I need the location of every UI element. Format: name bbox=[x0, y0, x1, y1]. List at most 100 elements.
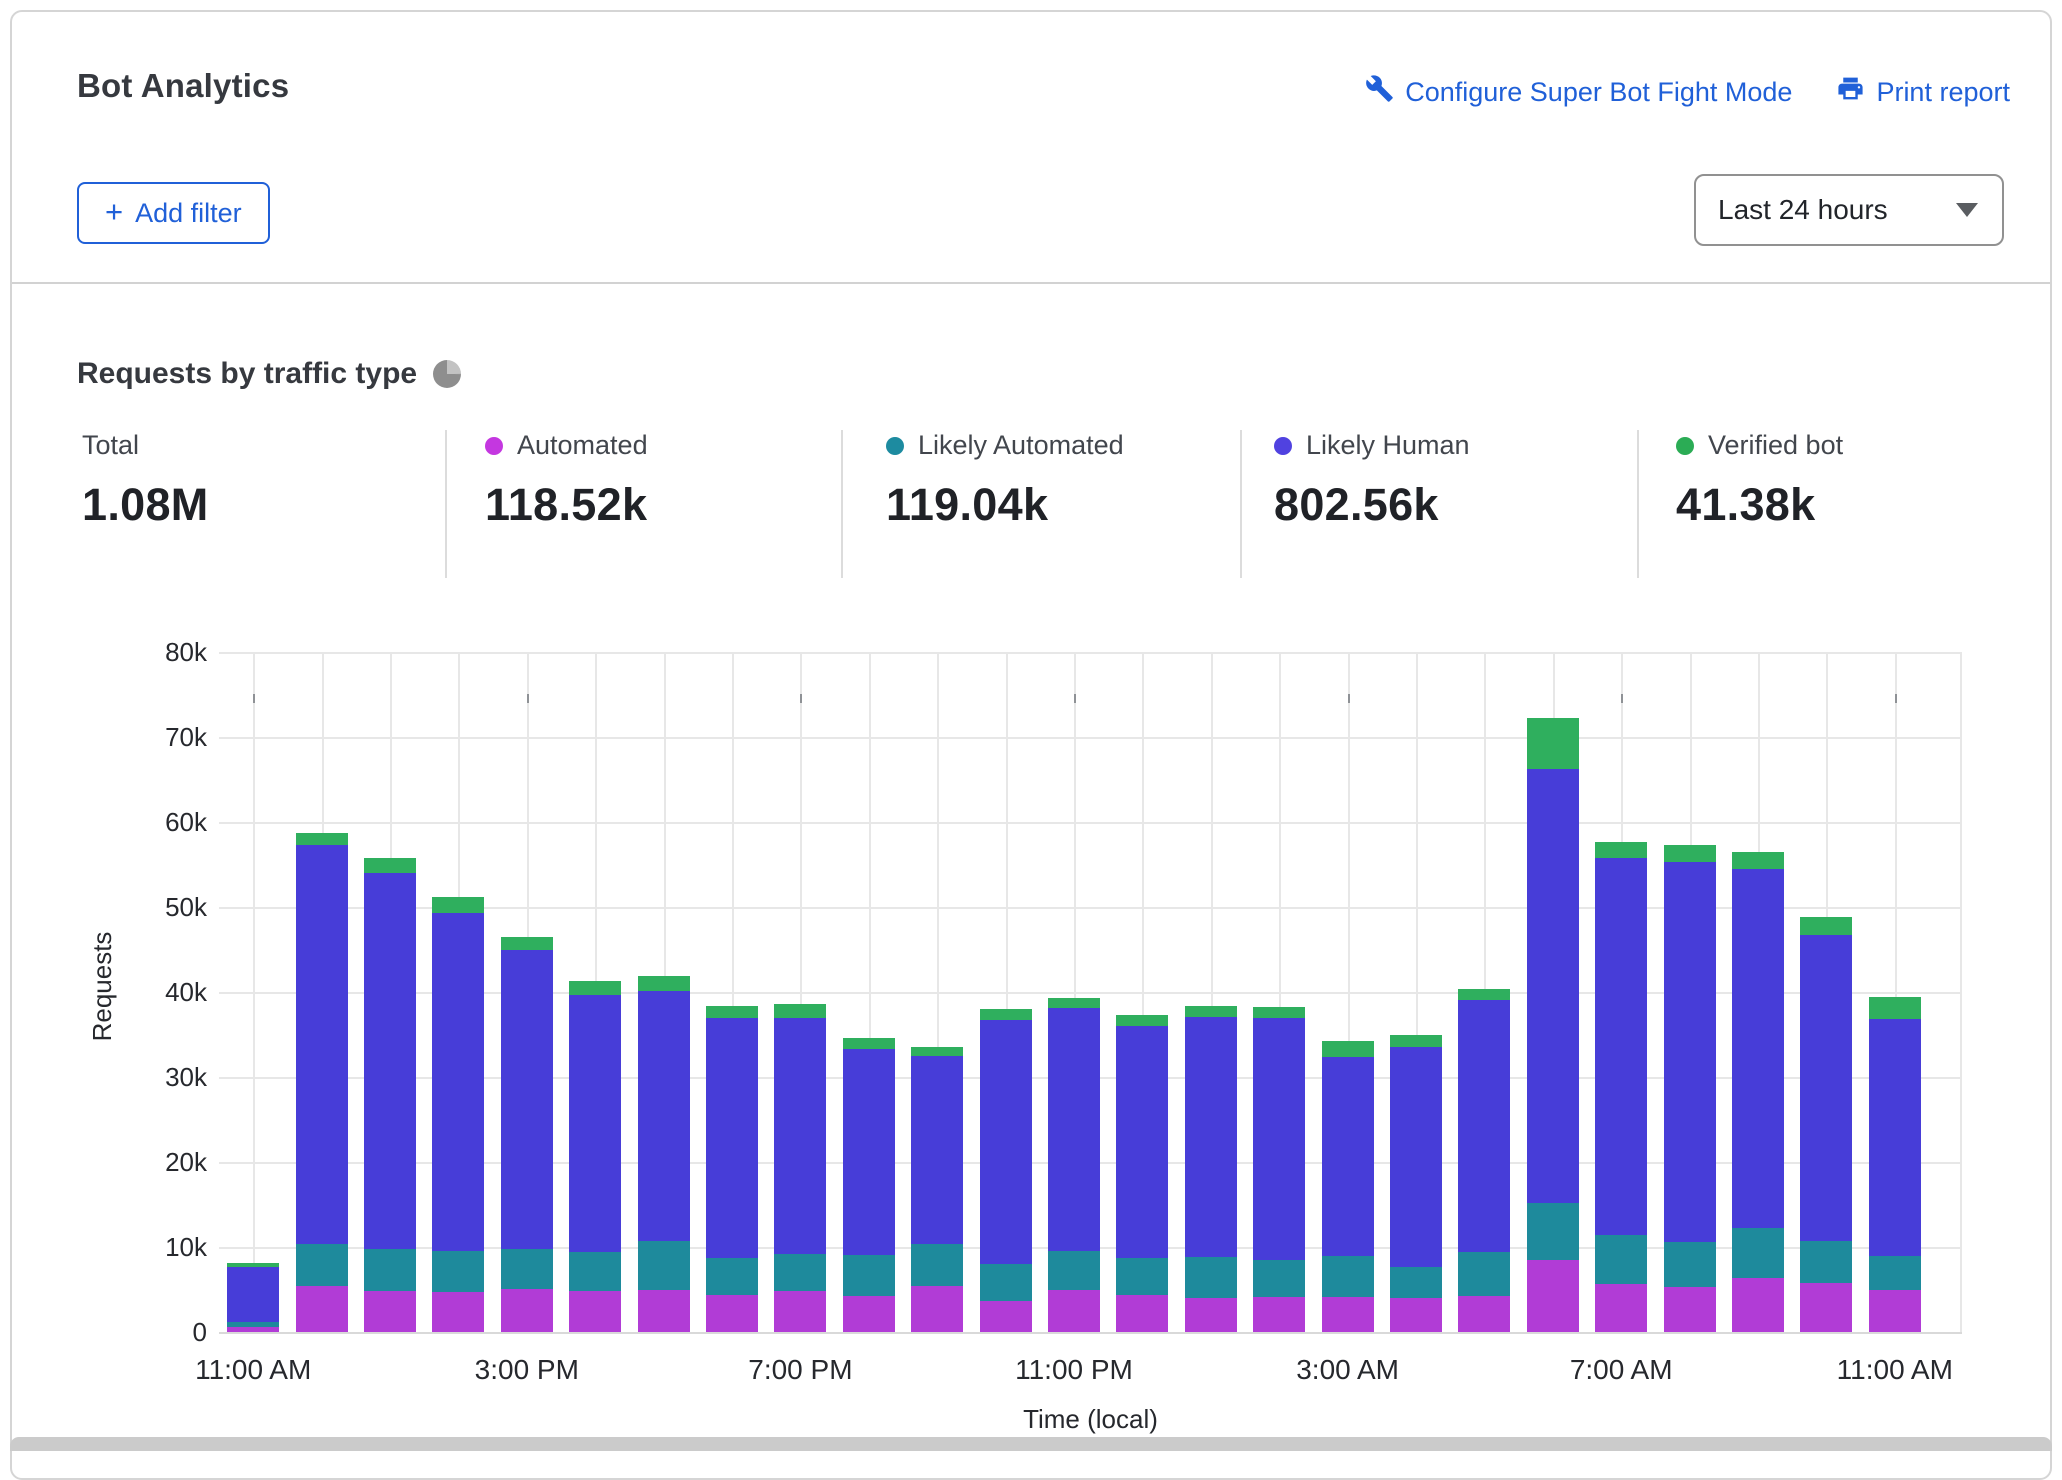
segment-verified-bot bbox=[500, 936, 553, 951]
segment-likely-human bbox=[364, 873, 416, 1249]
bar-11-00-am[interactable] bbox=[227, 1263, 280, 1332]
bar-6-00-am[interactable] bbox=[1526, 718, 1579, 1332]
segment-automated bbox=[295, 1286, 348, 1332]
page-title: Bot Analytics bbox=[77, 67, 290, 104]
stat-likely-human[interactable]: Likely Human 802.56k bbox=[1274, 430, 1470, 531]
segment-automated bbox=[1458, 1296, 1511, 1332]
h-gridline bbox=[219, 737, 1962, 739]
stat-value: 802.56k bbox=[1274, 479, 1439, 530]
x-tick-label: 11:00 AM bbox=[1836, 1354, 1953, 1385]
segment-likely-human bbox=[1663, 861, 1716, 1242]
v-gridline bbox=[253, 652, 256, 1332]
segment-likely-human bbox=[295, 844, 348, 1244]
bar-5-00-pm[interactable] bbox=[637, 975, 690, 1332]
bar-7-00-pm[interactable] bbox=[774, 1003, 827, 1332]
wrench-icon bbox=[1365, 74, 1394, 110]
configure-super-bot-fight-mode-link[interactable]: Configure Super Bot Fight Mode bbox=[1365, 74, 1792, 110]
segment-verified-bot bbox=[1048, 998, 1100, 1009]
segment-verified-bot bbox=[1732, 852, 1784, 869]
segment-verified-bot bbox=[911, 1046, 964, 1056]
x-tickmark bbox=[1621, 694, 1624, 703]
segment-likely-automated bbox=[637, 1241, 690, 1290]
segment-verified-bot bbox=[979, 1009, 1032, 1021]
stat-label: Total bbox=[82, 430, 140, 460]
print-report-link[interactable]: Print report bbox=[1836, 74, 2010, 110]
bar-2-00-am[interactable] bbox=[1253, 1006, 1306, 1332]
header-divider bbox=[12, 282, 2050, 284]
bar-4-00-pm[interactable] bbox=[569, 980, 622, 1332]
y-tick-label: 70k bbox=[165, 722, 207, 752]
segment-likely-human bbox=[1048, 1008, 1100, 1252]
segment-automated bbox=[774, 1291, 827, 1332]
segment-automated bbox=[364, 1291, 416, 1332]
chevron-down-icon bbox=[1956, 203, 1978, 217]
bot-analytics-card: Bot Analytics Configure Super Bot Fight … bbox=[10, 10, 2052, 1480]
h-gridline bbox=[219, 1332, 1962, 1334]
segment-verified-bot bbox=[1663, 844, 1716, 862]
stat-likely-automated[interactable]: Likely Automated 119.04k bbox=[886, 430, 1124, 531]
bar-4-00-am[interactable] bbox=[1390, 1035, 1442, 1332]
segment-likely-automated bbox=[1732, 1228, 1784, 1278]
pie-chart-icon bbox=[433, 360, 462, 388]
segment-likely-human bbox=[500, 950, 553, 1249]
segment-automated bbox=[500, 1288, 553, 1332]
bar-3-00-am[interactable] bbox=[1321, 1041, 1374, 1332]
segment-likely-automated bbox=[295, 1243, 348, 1287]
bar-10-00-am[interactable] bbox=[1800, 917, 1853, 1332]
segment-likely-human bbox=[432, 913, 485, 1251]
bar-12-00-pm[interactable] bbox=[295, 833, 348, 1332]
bar-1-00-am[interactable] bbox=[1184, 1006, 1237, 1332]
segment-verified-bot bbox=[1458, 988, 1511, 1000]
add-filter-button[interactable]: + Add filter bbox=[77, 182, 270, 244]
segment-likely-automated bbox=[1390, 1266, 1442, 1298]
segment-likely-automated bbox=[364, 1248, 416, 1292]
segment-likely-automated bbox=[1116, 1258, 1169, 1295]
segment-likely-human bbox=[1868, 1018, 1921, 1257]
x-tick-label: 3:00 AM bbox=[1296, 1354, 1399, 1385]
h-gridline bbox=[219, 822, 1962, 824]
bar-12-00-am[interactable] bbox=[1116, 1014, 1169, 1332]
next-panel-top-edge bbox=[10, 1437, 2052, 1451]
segment-likely-human bbox=[979, 1020, 1032, 1265]
segment-automated bbox=[227, 1326, 280, 1332]
segment-verified-bot bbox=[1800, 917, 1853, 936]
bar-1-00-pm[interactable] bbox=[364, 857, 416, 1332]
stat-automated[interactable]: Automated 118.52k bbox=[485, 430, 648, 531]
segment-verified-bot bbox=[364, 857, 416, 874]
segment-likely-human bbox=[637, 991, 690, 1242]
x-tickmark bbox=[253, 694, 256, 703]
stat-verified-bot[interactable]: Verified bot 41.38k bbox=[1676, 430, 1843, 531]
bar-8-00-pm[interactable] bbox=[842, 1038, 895, 1332]
plus-icon: + bbox=[105, 193, 124, 229]
segment-likely-human bbox=[1595, 858, 1648, 1235]
segment-likely-automated bbox=[979, 1264, 1032, 1301]
bar-3-00-pm[interactable] bbox=[500, 936, 553, 1332]
segment-likely-human bbox=[1458, 999, 1511, 1253]
segment-verified-bot bbox=[706, 1005, 758, 1019]
segment-likely-automated bbox=[842, 1254, 895, 1296]
segment-verified-bot bbox=[1868, 997, 1921, 1019]
segment-likely-human bbox=[911, 1055, 964, 1244]
bar-11-00-am[interactable] bbox=[1868, 997, 1921, 1332]
stat-total[interactable]: Total 1.08M bbox=[82, 430, 209, 531]
section-title: Requests by traffic type bbox=[77, 357, 418, 390]
segment-likely-automated bbox=[1663, 1241, 1716, 1287]
bar-9-00-pm[interactable] bbox=[911, 1046, 964, 1332]
segment-verified-bot bbox=[637, 975, 690, 992]
stat-label: Likely Human bbox=[1306, 430, 1470, 460]
bar-11-00-pm[interactable] bbox=[1048, 998, 1100, 1332]
segment-automated bbox=[706, 1294, 758, 1332]
time-range-select[interactable]: Last 24 hours bbox=[1694, 174, 2004, 246]
bar-5-00-am[interactable] bbox=[1458, 988, 1511, 1332]
segment-verified-bot bbox=[1116, 1014, 1169, 1027]
bar-7-00-am[interactable] bbox=[1595, 841, 1648, 1332]
section-title-row: Requests by traffic type bbox=[77, 357, 462, 391]
bar-10-00-pm[interactable] bbox=[979, 1009, 1032, 1332]
bar-9-00-am[interactable] bbox=[1732, 852, 1784, 1332]
segment-verified-bot bbox=[1526, 718, 1579, 770]
segment-verified-bot bbox=[569, 980, 622, 995]
legend-dot bbox=[886, 436, 904, 455]
bar-6-00-pm[interactable] bbox=[706, 1005, 758, 1332]
bar-2-00-pm[interactable] bbox=[432, 897, 485, 1332]
bar-8-00-am[interactable] bbox=[1663, 844, 1716, 1332]
